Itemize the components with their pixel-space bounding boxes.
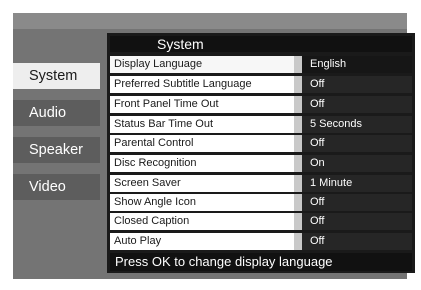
row-divider [294, 175, 302, 192]
tab-audio[interactable]: Audio [13, 100, 100, 126]
setting-row-screen-saver[interactable]: Screen Saver 1 Minute [110, 175, 412, 192]
row-divider [294, 213, 302, 230]
setting-value[interactable]: Off [302, 135, 412, 152]
panel-title: System [110, 36, 412, 52]
row-divider [294, 76, 302, 93]
setting-value[interactable]: 5 Seconds [302, 116, 412, 133]
setting-label: Parental Control [110, 135, 294, 152]
help-hint: Press OK to change display language [110, 253, 412, 271]
setting-label: Show Angle Icon [110, 194, 294, 211]
tab-speaker[interactable]: Speaker [13, 137, 100, 163]
row-divider [294, 56, 302, 73]
setting-label: Auto Play [110, 233, 294, 250]
tab-system[interactable]: System [13, 63, 100, 89]
setting-row-disc-recognition[interactable]: Disc Recognition On [110, 155, 412, 172]
row-divider [294, 96, 302, 113]
setting-row-subtitle-language[interactable]: Preferred Subtitle Language Off [110, 76, 412, 93]
setting-value[interactable]: On [302, 155, 412, 172]
screen-top-band [13, 13, 407, 29]
setting-label: Disc Recognition [110, 155, 294, 172]
setting-row-status-bar-timeout[interactable]: Status Bar Time Out 5 Seconds [110, 116, 412, 133]
setting-row-front-panel-timeout[interactable]: Front Panel Time Out Off [110, 96, 412, 113]
setting-value[interactable]: Off [302, 213, 412, 230]
setting-row-show-angle-icon[interactable]: Show Angle Icon Off [110, 194, 412, 211]
setting-label: Screen Saver [110, 175, 294, 192]
row-divider [294, 116, 302, 133]
setting-value[interactable]: Off [302, 76, 412, 93]
row-divider [294, 135, 302, 152]
row-divider [294, 155, 302, 172]
setting-value[interactable]: Off [302, 233, 412, 250]
row-divider [294, 194, 302, 211]
setting-label: Display Language [110, 56, 294, 73]
setting-value[interactable]: English [302, 56, 412, 73]
setting-row-parental-control[interactable]: Parental Control Off [110, 135, 412, 152]
row-divider [294, 233, 302, 250]
setting-row-auto-play[interactable]: Auto Play Off [110, 233, 412, 250]
tab-video[interactable]: Video [13, 174, 100, 200]
setting-value[interactable]: 1 Minute [302, 175, 412, 192]
setting-row-display-language[interactable]: Display Language English [110, 56, 412, 73]
setting-value[interactable]: Off [302, 96, 412, 113]
setting-label: Status Bar Time Out [110, 116, 294, 133]
setting-row-closed-caption[interactable]: Closed Caption Off [110, 213, 412, 230]
setting-label: Front Panel Time Out [110, 96, 294, 113]
setting-label: Closed Caption [110, 213, 294, 230]
setting-value[interactable]: Off [302, 194, 412, 211]
setting-label: Preferred Subtitle Language [110, 76, 294, 93]
